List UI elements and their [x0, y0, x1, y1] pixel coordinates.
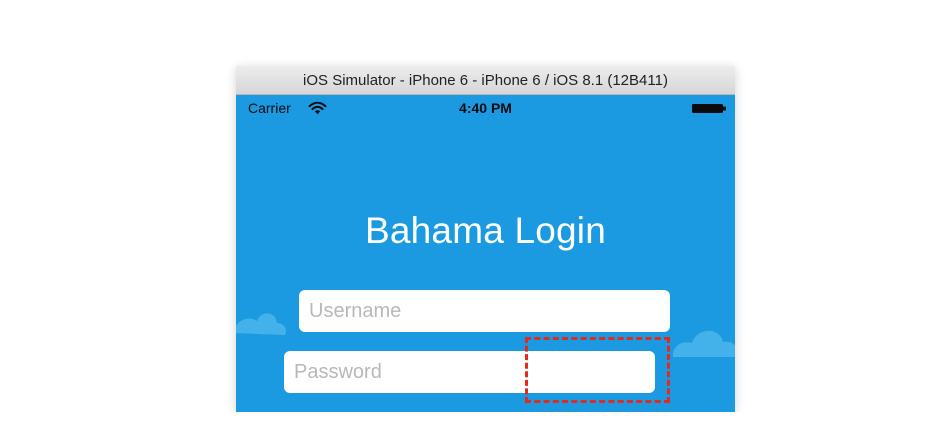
simulator-screen: Carrier 4:40 PM Bahama Login Username Pa… [236, 95, 735, 412]
screenshot-canvas: iOS Simulator - iPhone 6 - iPhone 6 / iO… [0, 0, 934, 432]
login-title: Bahama Login [364, 210, 607, 251]
ios-simulator-window: iOS Simulator - iPhone 6 - iPhone 6 / iO… [236, 66, 735, 412]
ios-status-bar: Carrier 4:40 PM [236, 95, 735, 121]
password-field[interactable]: Password [284, 351, 655, 393]
cloud-right-icon [672, 330, 735, 357]
bottom-white-margin [0, 412, 934, 432]
battery-icon [692, 104, 726, 113]
username-field[interactable]: Username [299, 290, 670, 332]
cloud-left-icon [236, 313, 286, 335]
window-titlebar[interactable]: iOS Simulator - iPhone 6 - iPhone 6 / iO… [236, 66, 735, 95]
status-time: 4:40 PM [459, 100, 512, 116]
